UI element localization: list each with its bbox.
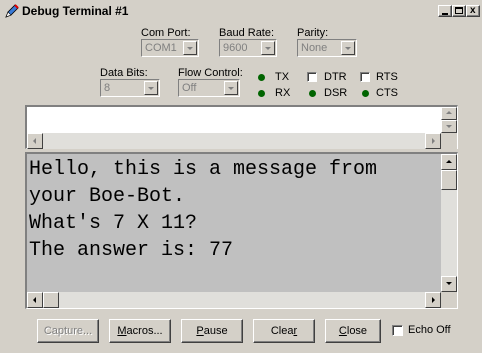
chevron-down-icon — [187, 47, 193, 50]
scrollbar-corner — [441, 292, 457, 308]
terminal-output: Hello, this is a message from your Boe-B… — [29, 154, 439, 291]
rx-label: RX — [275, 87, 291, 99]
echo-off-label: Echo Off — [408, 324, 451, 336]
transmit-vertical-scrollbar[interactable] — [441, 107, 457, 133]
arrow-up-icon — [446, 160, 452, 163]
chevron-down-icon — [265, 47, 271, 50]
terminal-line: What's 7 X 11? — [29, 212, 198, 235]
dtr-checkbox[interactable] — [307, 72, 317, 82]
close-button[interactable]: Close — [325, 319, 381, 343]
cts-label: CTS — [376, 87, 398, 99]
close-button-label: lose — [346, 325, 368, 337]
parity-dropdown-button[interactable] — [341, 41, 355, 55]
cts-led-icon — [362, 90, 369, 97]
tx-led-icon — [258, 74, 265, 81]
arrow-up-icon — [446, 111, 452, 114]
baud-rate-dropdown-button[interactable] — [261, 41, 275, 55]
minimize-icon — [442, 13, 448, 15]
close-icon: x — [470, 5, 476, 16]
flow-control-label: Flow Control: — [178, 67, 243, 79]
clear-button-label: Clea — [270, 325, 294, 337]
debug-terminal-window: Debug Terminal #1 x Com Port: COM1 Baud … — [0, 0, 482, 353]
close-window-button[interactable]: x — [466, 5, 480, 17]
close-hotkey: C — [338, 325, 347, 337]
pause-hotkey: P — [196, 325, 204, 337]
title-bar[interactable]: Debug Terminal #1 x — [0, 0, 482, 22]
terminal-line: your Boe-Bot. — [29, 185, 186, 208]
rts-checkbox[interactable] — [360, 72, 370, 82]
scrollbar-corner — [441, 133, 457, 149]
scroll-thumb[interactable] — [43, 292, 59, 308]
echo-off-checkbox[interactable] — [392, 325, 403, 336]
rts-label: RTS — [376, 71, 398, 83]
com-port-value: COM1 — [145, 42, 177, 54]
receive-pane[interactable]: Hello, this is a message from your Boe-B… — [25, 152, 458, 309]
parity-label: Parity: — [297, 27, 329, 39]
com-port-select[interactable]: COM1 — [141, 39, 199, 57]
transmit-horizontal-scrollbar[interactable] — [27, 133, 441, 149]
scroll-right-button[interactable] — [425, 292, 441, 308]
terminal-line: The answer is: 77 — [29, 239, 234, 262]
baud-rate-label: Baud Rate: — [219, 27, 275, 39]
chevron-down-icon — [148, 87, 154, 90]
dtr-label: DTR — [324, 71, 347, 83]
scroll-left-button[interactable] — [27, 133, 43, 149]
tx-label: TX — [275, 71, 290, 83]
capture-button-label: Capture... — [43, 325, 93, 337]
flow-control-dropdown-button[interactable] — [224, 81, 238, 95]
terminal-line: Hello, this is a message from — [29, 158, 378, 181]
scroll-up-button[interactable] — [441, 107, 457, 120]
parity-select[interactable]: None — [297, 39, 357, 57]
flow-control-select[interactable]: Off — [178, 79, 240, 97]
arrow-down-icon — [446, 125, 452, 128]
maximize-button[interactable] — [452, 5, 466, 17]
baud-rate-value: 9600 — [223, 42, 248, 54]
data-bits-value: 8 — [104, 82, 111, 94]
clear-button[interactable]: Clear — [253, 319, 315, 343]
minimize-button[interactable] — [438, 5, 452, 17]
macros-button[interactable]: Macros... — [109, 319, 171, 343]
baud-rate-select[interactable]: 9600 — [219, 39, 277, 57]
pause-button-label: ause — [203, 325, 228, 337]
macros-hotkey: M — [117, 325, 127, 337]
com-port-dropdown-button[interactable] — [183, 41, 197, 55]
pause-button[interactable]: Pause — [181, 319, 243, 343]
terminal-pen-icon — [5, 4, 19, 18]
macros-button-label: acros... — [126, 325, 163, 337]
data-bits-select[interactable]: 8 — [100, 79, 160, 97]
arrow-right-icon — [432, 138, 435, 144]
chevron-down-icon — [228, 87, 234, 90]
capture-button[interactable]: Capture... — [37, 319, 99, 343]
arrow-left-icon — [33, 297, 36, 303]
arrow-down-icon — [446, 282, 452, 285]
scroll-up-button[interactable] — [441, 154, 457, 170]
arrow-left-icon — [33, 138, 36, 144]
scroll-left-button[interactable] — [27, 292, 43, 308]
arrow-right-icon — [432, 297, 435, 303]
com-port-label: Com Port: — [141, 27, 191, 39]
dsr-label: DSR — [324, 87, 348, 99]
scroll-down-button[interactable] — [441, 120, 457, 133]
chevron-down-icon — [345, 47, 351, 50]
parity-value: None — [301, 42, 328, 54]
receive-vertical-scrollbar[interactable] — [441, 154, 457, 292]
clear-hotkey: r — [293, 325, 298, 337]
scroll-down-button[interactable] — [441, 276, 457, 292]
data-bits-label: Data Bits: — [100, 67, 148, 79]
scroll-right-button[interactable] — [425, 133, 441, 149]
dsr-led-icon — [309, 90, 316, 97]
window-title: Debug Terminal #1 — [22, 4, 129, 18]
flow-control-value: Off — [182, 82, 197, 94]
rx-led-icon — [258, 90, 265, 97]
maximize-icon — [455, 7, 463, 14]
transmit-pane[interactable] — [25, 105, 458, 149]
scroll-thumb[interactable] — [441, 170, 457, 190]
data-bits-dropdown-button[interactable] — [144, 81, 158, 95]
receive-horizontal-scrollbar[interactable] — [27, 292, 441, 308]
